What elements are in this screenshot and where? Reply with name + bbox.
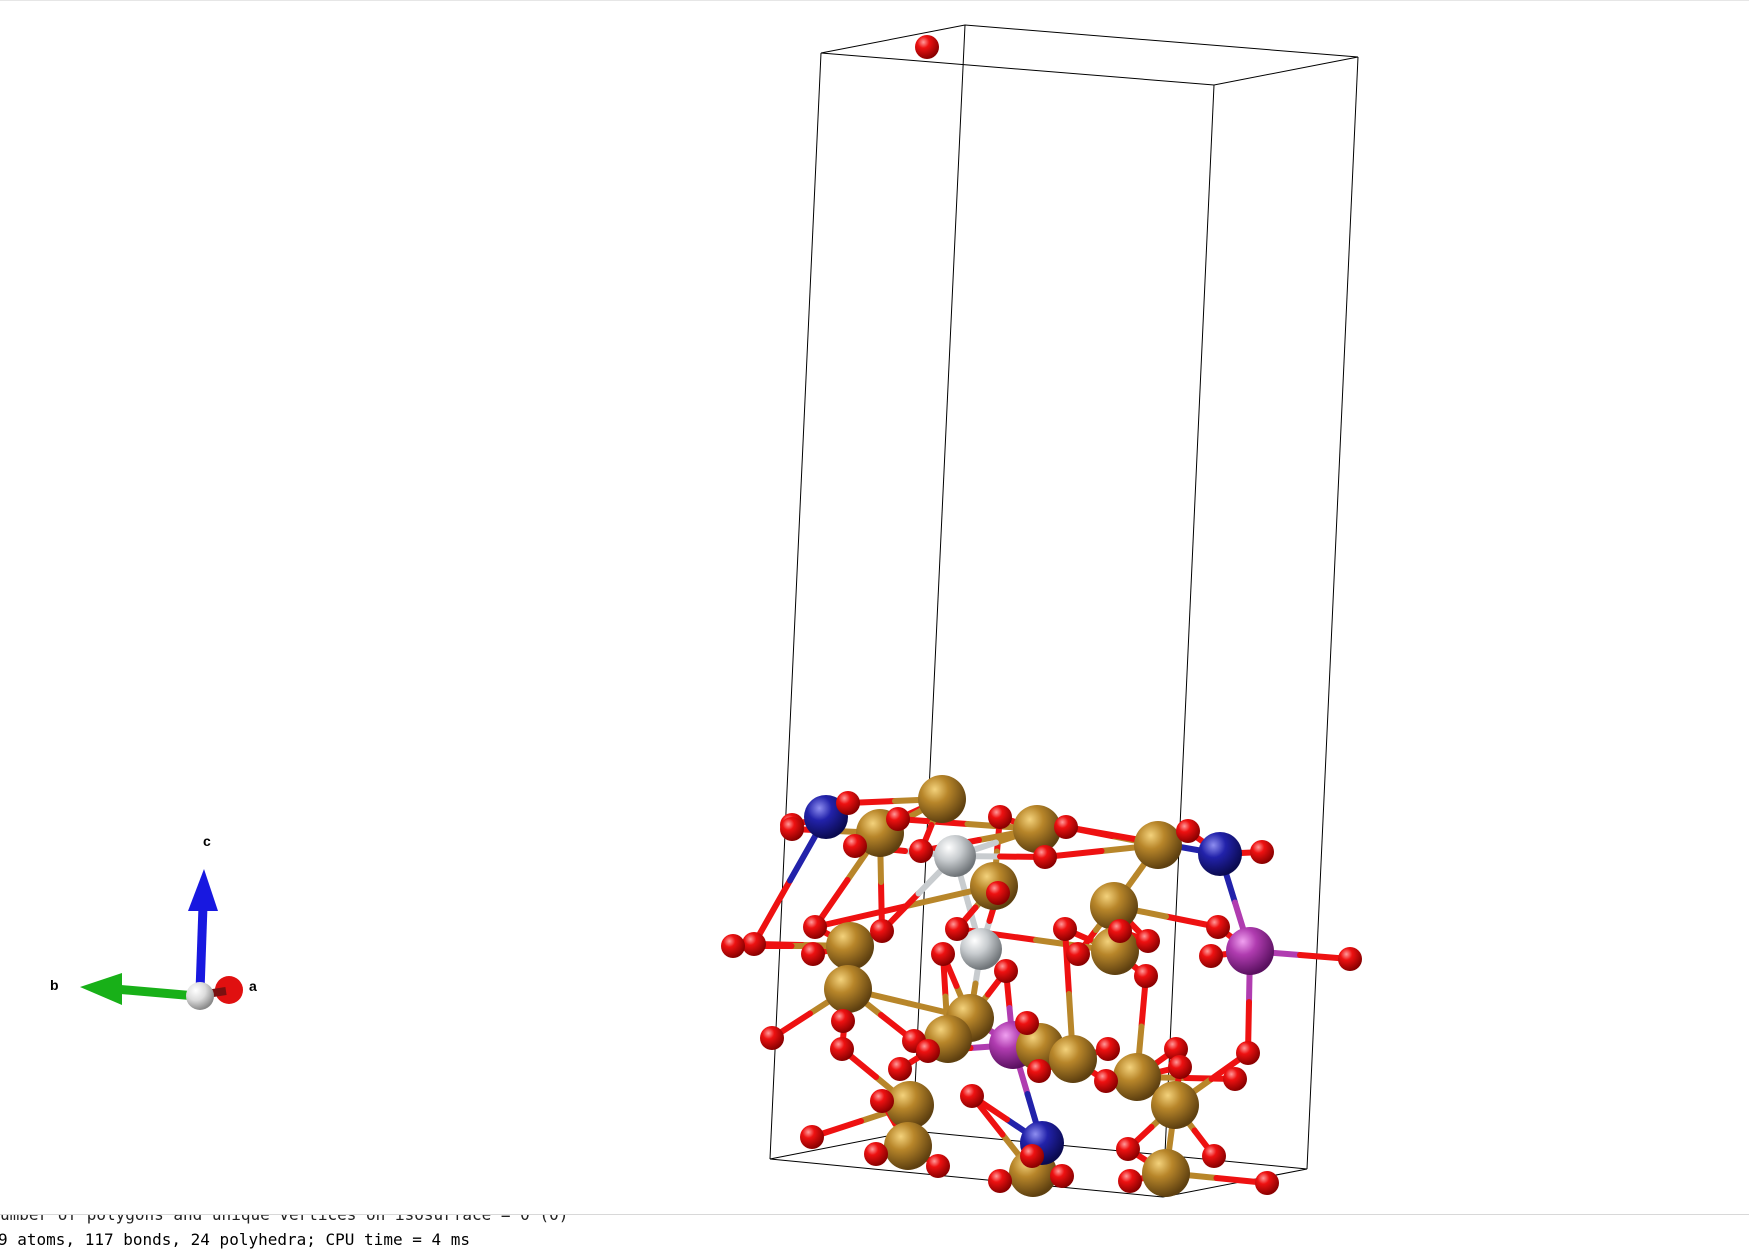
unit-cell-edge xyxy=(1162,84,1215,1198)
structure-viewport[interactable]: c b a xyxy=(0,0,1749,1214)
atom-o[interactable] xyxy=(836,791,860,815)
atom-o[interactable] xyxy=(830,1037,854,1061)
b-axis-arrowhead xyxy=(80,973,122,1005)
atom-mg[interactable] xyxy=(1226,927,1274,975)
atom-fe[interactable] xyxy=(1142,1149,1190,1197)
c-axis-shaft xyxy=(195,905,208,992)
atom-o[interactable] xyxy=(986,881,1010,905)
atom-o[interactable] xyxy=(803,915,827,939)
atom-o[interactable] xyxy=(1199,944,1223,968)
atom-o[interactable] xyxy=(1033,845,1057,869)
atom-o[interactable] xyxy=(988,1169,1012,1193)
atom-o[interactable] xyxy=(888,1057,912,1081)
unit-cell-edge xyxy=(769,52,822,1160)
structure-scene[interactable] xyxy=(0,1,1749,1215)
axis-label-c: c xyxy=(203,833,211,849)
atom-o[interactable] xyxy=(994,959,1018,983)
atom-o[interactable] xyxy=(1223,1067,1247,1091)
atom-o[interactable] xyxy=(760,1026,784,1050)
atom-o[interactable] xyxy=(1118,1169,1142,1193)
atom-o[interactable] xyxy=(945,917,969,941)
atom-o[interactable] xyxy=(1027,1059,1051,1083)
atom-o[interactable] xyxy=(843,834,867,858)
atom-o[interactable] xyxy=(801,942,825,966)
log-line-previous: umber of polygons and unique vertices on… xyxy=(0,1214,569,1224)
atom-fe[interactable] xyxy=(884,1122,932,1170)
atom-o[interactable] xyxy=(886,807,910,831)
atom-o[interactable] xyxy=(864,1142,888,1166)
b-axis-shaft xyxy=(114,984,197,1001)
atom-fe[interactable] xyxy=(1134,821,1182,869)
atom-o[interactable] xyxy=(960,1084,984,1108)
c-axis-arrowhead xyxy=(188,869,218,911)
atom-o[interactable] xyxy=(831,1009,855,1033)
unit-cell-box xyxy=(769,24,1359,1198)
atom-o[interactable] xyxy=(870,1089,894,1113)
atom-o[interactable] xyxy=(1015,1011,1039,1035)
atom-o[interactable] xyxy=(1054,815,1078,839)
orientation-indicator xyxy=(80,869,243,1010)
axis-label-a: a xyxy=(249,978,257,994)
atom-o[interactable] xyxy=(1096,1037,1120,1061)
atom-o[interactable] xyxy=(1338,947,1362,971)
atom-o[interactable] xyxy=(1176,819,1200,843)
atom-o[interactable] xyxy=(1066,942,1090,966)
atom-fe[interactable] xyxy=(824,965,872,1013)
log-line-status: 9 atoms, 117 bonds, 24 polyhedra; CPU ti… xyxy=(0,1230,471,1249)
unit-cell-top-face xyxy=(820,24,1359,86)
atom-o[interactable] xyxy=(1050,1164,1074,1188)
atom-o[interactable] xyxy=(1255,1171,1279,1195)
atom-o[interactable] xyxy=(909,839,933,863)
atom-o[interactable] xyxy=(916,1039,940,1063)
atom-o[interactable] xyxy=(721,934,745,958)
atom-n[interactable] xyxy=(1198,832,1242,876)
atom-o[interactable] xyxy=(1134,964,1158,988)
atom-o[interactable] xyxy=(742,932,766,956)
atom-o[interactable] xyxy=(1236,1041,1260,1065)
app-window: c b a umber of polygons and unique verti… xyxy=(0,0,1749,1250)
atom-o[interactable] xyxy=(931,942,955,966)
atom-fe[interactable] xyxy=(1049,1035,1097,1083)
atom-ti[interactable] xyxy=(934,835,976,877)
axis-label-b: b xyxy=(50,977,59,993)
atom-fe[interactable] xyxy=(1151,1081,1199,1129)
atom-o[interactable] xyxy=(1202,1144,1226,1168)
atom-o[interactable] xyxy=(915,35,939,59)
atom-o[interactable] xyxy=(1250,840,1274,864)
atom-o[interactable] xyxy=(1206,915,1230,939)
atoms-layer xyxy=(721,35,1362,1197)
atom-o[interactable] xyxy=(1168,1055,1192,1079)
atom-o[interactable] xyxy=(1094,1069,1118,1093)
atom-o[interactable] xyxy=(1116,1137,1140,1161)
atom-fe[interactable] xyxy=(826,922,874,970)
axis-origin-sphere xyxy=(186,982,214,1010)
atom-o[interactable] xyxy=(800,1125,824,1149)
atom-o[interactable] xyxy=(926,1154,950,1178)
atom-o[interactable] xyxy=(1020,1144,1044,1168)
atom-o[interactable] xyxy=(1136,929,1160,953)
output-log-panel[interactable]: umber of polygons and unique vertices on… xyxy=(0,1214,1749,1250)
atom-o[interactable] xyxy=(1108,919,1132,943)
atom-o[interactable] xyxy=(1053,917,1077,941)
atom-fe[interactable] xyxy=(918,775,966,823)
atom-o[interactable] xyxy=(870,919,894,943)
atom-fe[interactable] xyxy=(1013,805,1061,853)
atom-o[interactable] xyxy=(780,817,804,841)
atom-o[interactable] xyxy=(988,805,1012,829)
unit-cell-edge xyxy=(1306,56,1359,1170)
